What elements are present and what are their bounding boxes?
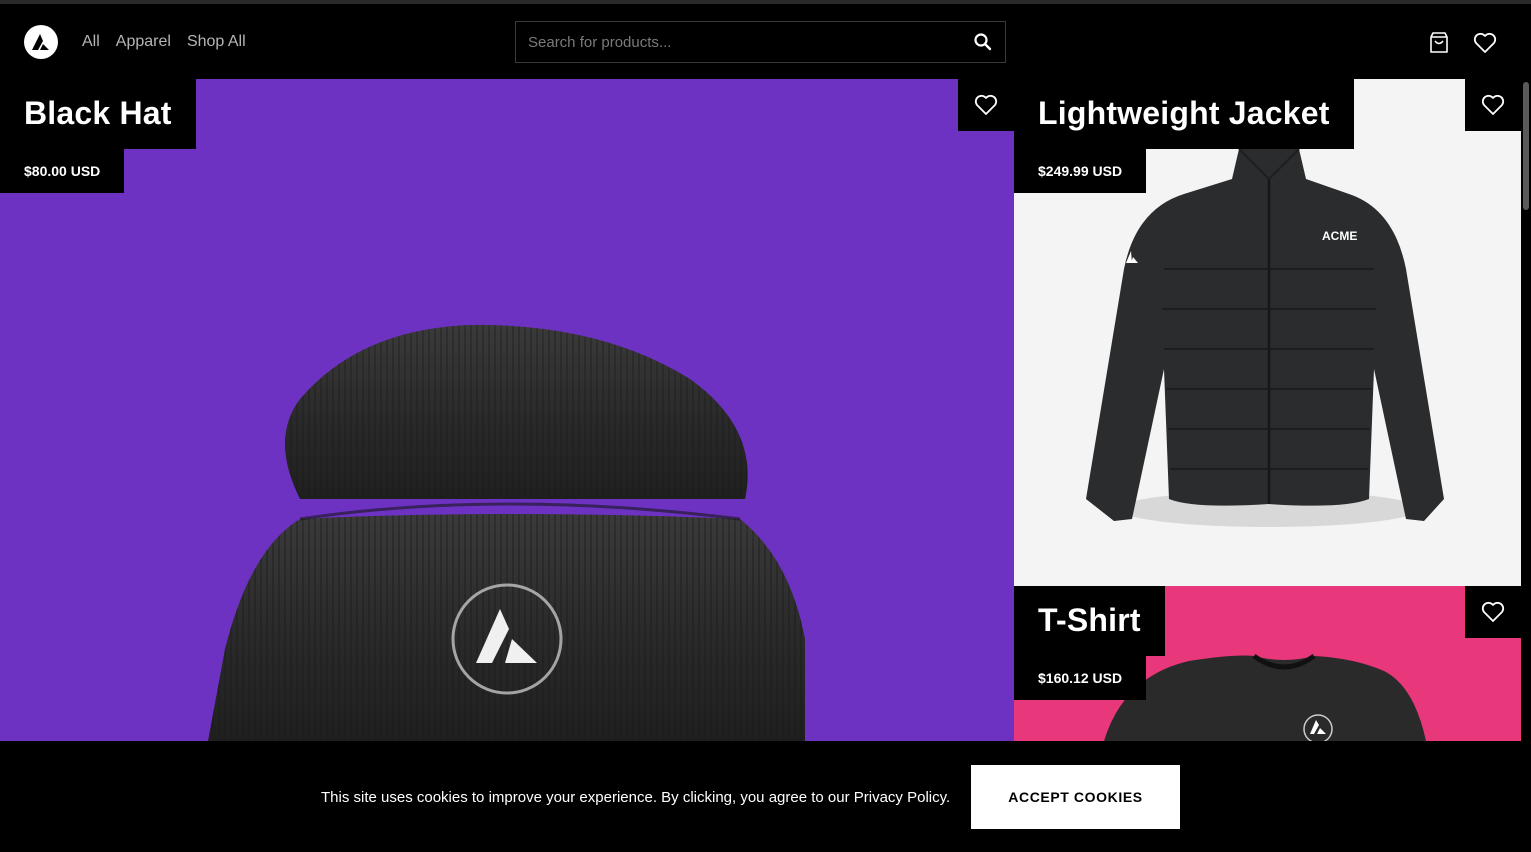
product-tile-lightweight-jacket[interactable]: ACME Lightweight Jacket $249.99 USD: [1014, 79, 1521, 586]
product-price-black-hat: $80.00 USD: [0, 149, 125, 193]
page-scrollbar[interactable]: [1523, 82, 1529, 210]
product-title-lightweight-jacket[interactable]: Lightweight Jacket: [1014, 79, 1354, 149]
search-icon[interactable]: [973, 32, 993, 52]
heart-icon[interactable]: [1472, 30, 1498, 56]
cookie-banner: This site uses cookies to improve your e…: [0, 741, 1531, 852]
product-title-t-shirt[interactable]: T-Shirt: [1014, 586, 1165, 656]
heart-icon: [1481, 601, 1505, 622]
accept-cookies-button[interactable]: ACCEPT COOKIES: [971, 765, 1180, 829]
cart-bag-icon[interactable]: [1426, 30, 1452, 56]
black-hat-image: [208, 324, 805, 741]
nav-link-all[interactable]: All: [82, 33, 100, 51]
product-title-black-hat[interactable]: Black Hat: [0, 79, 196, 149]
main-nav: All Apparel Shop All: [82, 33, 246, 51]
site-header: All Apparel Shop All: [0, 4, 1531, 79]
nav-link-apparel[interactable]: Apparel: [116, 33, 171, 51]
product-tile-t-shirt[interactable]: T-Shirt $160.12 USD: [1014, 586, 1521, 746]
product-price-lightweight-jacket: $249.99 USD: [1014, 149, 1147, 193]
jacket-brand-print: ACME: [1322, 229, 1357, 243]
wishlist-button-lightweight-jacket[interactable]: [1465, 79, 1521, 131]
cookie-banner-text: This site uses cookies to improve your e…: [321, 789, 951, 806]
wishlist-button-black-hat[interactable]: [958, 79, 1014, 131]
search-input[interactable]: [516, 22, 956, 62]
acme-logo-icon[interactable]: [24, 25, 58, 59]
search-box: [515, 21, 1006, 63]
heart-icon: [1481, 94, 1505, 115]
product-price-t-shirt: $160.12 USD: [1014, 656, 1147, 700]
product-tile-black-hat[interactable]: Black Hat $80.00 USD: [0, 79, 1014, 741]
nav-link-shop-all[interactable]: Shop All: [187, 33, 246, 51]
wishlist-button-t-shirt[interactable]: [1465, 586, 1521, 638]
heart-icon: [974, 94, 998, 115]
